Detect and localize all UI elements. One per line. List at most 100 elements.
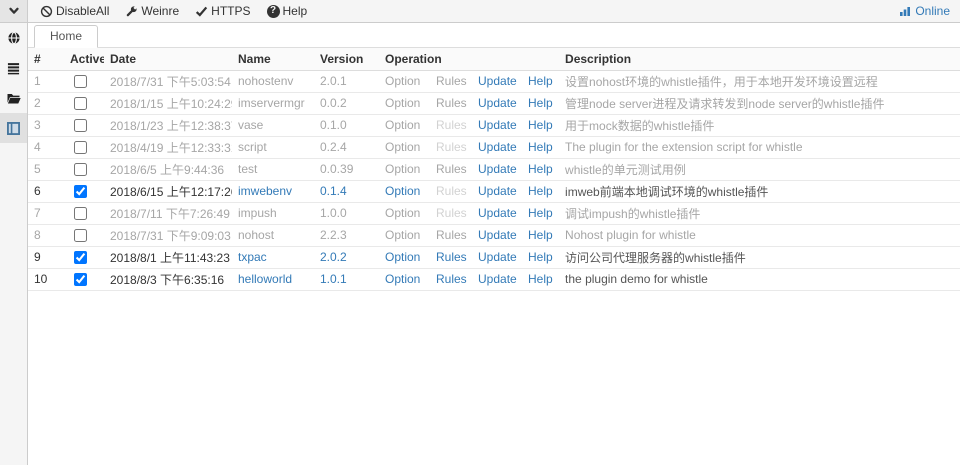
plugin-name-link[interactable]: vase <box>238 118 263 132</box>
op-update-link[interactable]: Update <box>478 250 517 264</box>
op-help-link[interactable]: Help <box>528 118 553 132</box>
op-option-link[interactable]: Option <box>385 140 420 154</box>
plugin-name-link[interactable]: nohost <box>238 228 274 242</box>
op-rules-link[interactable]: Rules <box>436 228 467 242</box>
plugin-description: the plugin demo for whistle <box>565 272 708 286</box>
collapse-menu-button[interactable] <box>0 0 28 22</box>
plugin-name-link[interactable]: test <box>238 162 257 176</box>
op-option-link[interactable]: Option <box>385 184 420 198</box>
menu-item-label: DisableAll <box>56 4 109 18</box>
op-rules-link[interactable]: Rules <box>436 96 467 110</box>
op-option-link[interactable]: Option <box>385 250 420 264</box>
menu-item-https[interactable]: HTTPS <box>187 4 258 18</box>
op-update-link[interactable]: Update <box>478 162 517 176</box>
op-help-link[interactable]: Help <box>528 162 553 176</box>
plugin-description: imweb前端本地调试环境的whistle插件 <box>565 185 768 199</box>
plugin-description: 设置nohost环境的whistle插件，用于本地开发环境设置远程 <box>565 75 878 89</box>
op-help-link[interactable]: Help <box>528 96 553 110</box>
op-help-link[interactable]: Help <box>528 272 553 286</box>
op-option-link[interactable]: Option <box>385 272 420 286</box>
plugins-table: # Active Date Name Version Operation Des… <box>28 48 960 291</box>
op-help-link[interactable]: Help <box>528 140 553 154</box>
op-option-link[interactable]: Option <box>385 206 420 220</box>
op-option-link[interactable]: Option <box>385 162 420 176</box>
op-help-link[interactable]: Help <box>528 250 553 264</box>
active-checkbox[interactable] <box>74 207 87 220</box>
plugin-name-link[interactable]: helloworld <box>238 272 292 286</box>
active-checkbox[interactable] <box>74 185 87 198</box>
op-update-link[interactable]: Update <box>478 140 517 154</box>
table-header-row: # Active Date Name Version Operation Des… <box>28 48 960 70</box>
plugin-version-link[interactable]: 0.0.2 <box>320 96 347 110</box>
op-rules-link[interactable]: Rules <box>436 272 467 286</box>
plugin-version-link[interactable]: 2.0.1 <box>320 74 347 88</box>
sidebar-item-values[interactable] <box>0 83 27 113</box>
op-update-link[interactable]: Update <box>478 118 517 132</box>
plugin-name-link[interactable]: script <box>238 140 267 154</box>
sidebar-item-plugins[interactable] <box>0 113 27 143</box>
op-rules-link[interactable]: Rules <box>436 140 467 154</box>
plugin-name-link[interactable]: imwebenv <box>238 184 292 198</box>
op-rules-link[interactable]: Rules <box>436 74 467 88</box>
active-checkbox[interactable] <box>74 273 87 286</box>
plugin-version-link[interactable]: 2.2.3 <box>320 228 347 242</box>
plugin-name-link[interactable]: txpac <box>238 250 267 264</box>
active-checkbox[interactable] <box>74 229 87 242</box>
op-update-link[interactable]: Update <box>478 74 517 88</box>
op-update-link[interactable]: Update <box>478 228 517 242</box>
menu-item-weinre[interactable]: Weinre <box>117 4 187 18</box>
plugin-version-link[interactable]: 1.0.1 <box>320 272 347 286</box>
table-row: 9 2018/8/1 上午11:43:23 txpac 2.0.2 Option… <box>28 246 960 268</box>
plugin-name-link[interactable]: nohostenv <box>238 74 293 88</box>
op-rules-link[interactable]: Rules <box>436 118 467 132</box>
op-rules-link[interactable]: Rules <box>436 184 467 198</box>
active-checkbox[interactable] <box>74 97 87 110</box>
table-row: 5 2018/6/5 上午9:44:36 test 0.0.39 Option … <box>28 158 960 180</box>
table-row: 3 2018/1/23 上午12:38:37 vase 0.1.0 Option… <box>28 114 960 136</box>
op-update-link[interactable]: Update <box>478 272 517 286</box>
plugin-version-link[interactable]: 2.0.2 <box>320 250 347 264</box>
active-checkbox[interactable] <box>74 141 87 154</box>
op-update-link[interactable]: Update <box>478 184 517 198</box>
op-help-link[interactable]: Help <box>528 228 553 242</box>
op-option-link[interactable]: Option <box>385 96 420 110</box>
whistle-app: DisableAll Weinre HTTPS ? Help Online <box>0 0 960 465</box>
op-help-link[interactable]: Help <box>528 74 553 88</box>
question-icon: ? <box>267 5 280 18</box>
menu-item-help[interactable]: ? Help <box>259 4 316 18</box>
menu-item-disableall[interactable]: DisableAll <box>32 4 117 18</box>
sidebar <box>0 23 28 465</box>
plugin-version-link[interactable]: 0.2.4 <box>320 140 347 154</box>
op-option-link[interactable]: Option <box>385 118 420 132</box>
plugin-version-link[interactable]: 1.0.0 <box>320 206 347 220</box>
plugin-name-link[interactable]: imservermgr <box>238 96 305 110</box>
sidebar-item-network[interactable] <box>0 23 27 53</box>
active-checkbox[interactable] <box>74 75 87 88</box>
plugin-date: 2018/4/19 上午12:33:31 <box>110 141 232 155</box>
op-update-link[interactable]: Update <box>478 206 517 220</box>
header-date: Date <box>104 48 232 70</box>
header-operation: Operation <box>379 48 559 70</box>
active-checkbox[interactable] <box>74 163 87 176</box>
folder-open-icon <box>7 92 21 105</box>
op-rules-link[interactable]: Rules <box>436 162 467 176</box>
tab-home[interactable]: Home <box>34 25 98 48</box>
plugin-version-link[interactable]: 0.1.4 <box>320 184 347 198</box>
op-rules-link[interactable]: Rules <box>436 206 467 220</box>
op-rules-link[interactable]: Rules <box>436 250 467 264</box>
op-update-link[interactable]: Update <box>478 96 517 110</box>
online-status[interactable]: Online <box>899 0 960 22</box>
op-option-link[interactable]: Option <box>385 74 420 88</box>
op-option-link[interactable]: Option <box>385 228 420 242</box>
op-help-link[interactable]: Help <box>528 206 553 220</box>
plugin-version-link[interactable]: 0.1.0 <box>320 118 347 132</box>
plugin-index: 7 <box>34 206 41 220</box>
plugin-index: 1 <box>34 74 41 88</box>
chevron-down-icon <box>8 5 20 17</box>
active-checkbox[interactable] <box>74 251 87 264</box>
plugin-name-link[interactable]: impush <box>238 206 277 220</box>
sidebar-item-rules[interactable] <box>0 53 27 83</box>
plugin-version-link[interactable]: 0.0.39 <box>320 162 353 176</box>
active-checkbox[interactable] <box>74 119 87 132</box>
op-help-link[interactable]: Help <box>528 184 553 198</box>
